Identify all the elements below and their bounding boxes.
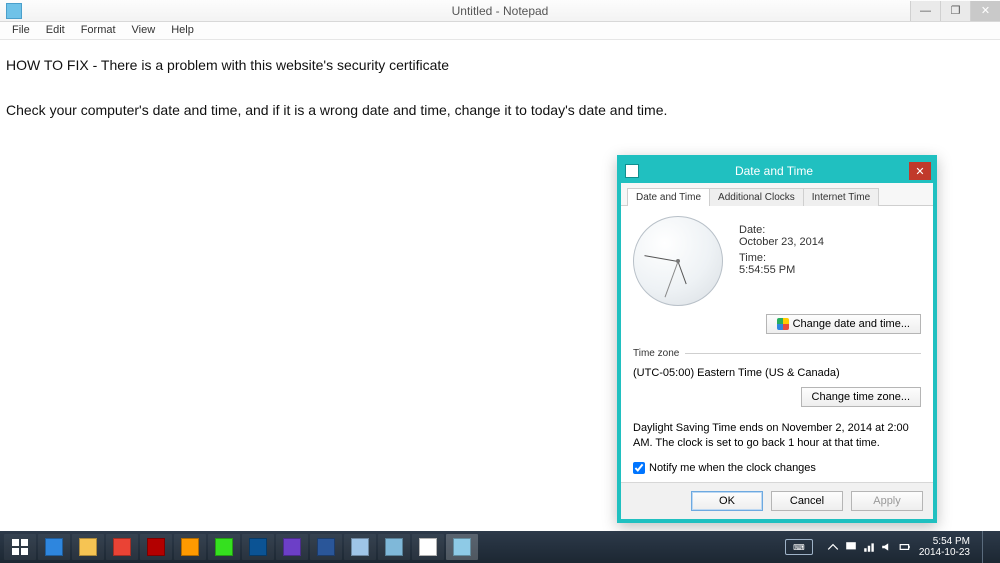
- taskbar-app-word[interactable]: [310, 534, 342, 560]
- dialog-title: Date and Time: [639, 164, 909, 178]
- tab-date-and-time[interactable]: Date and Time: [627, 188, 710, 206]
- change-date-time-button[interactable]: Change date and time...: [766, 314, 921, 334]
- notify-checkbox-row[interactable]: Notify me when the clock changes: [633, 462, 921, 474]
- taskbar-app-filezilla[interactable]: [140, 534, 172, 560]
- menu-edit[interactable]: Edit: [38, 22, 73, 39]
- app-unknown-2-icon: [419, 538, 437, 556]
- explorer-icon: [79, 538, 97, 556]
- time-label: Time:: [739, 252, 824, 264]
- photoshop-icon: [249, 538, 267, 556]
- network-icon[interactable]: [863, 541, 875, 553]
- document-line-2: Check your computer's date and time, and…: [6, 99, 994, 121]
- chrome-icon: [113, 538, 131, 556]
- date-label: Date:: [739, 224, 824, 236]
- notify-label: Notify me when the clock changes: [649, 462, 816, 474]
- apply-button[interactable]: Apply: [851, 491, 923, 511]
- taskbar-app-chrome[interactable]: [106, 534, 138, 560]
- dst-text: Daylight Saving Time ends on November 2,…: [633, 421, 921, 452]
- taskbar-app-start[interactable]: [4, 534, 36, 560]
- date-value: October 23, 2014: [739, 236, 824, 248]
- document-area[interactable]: HOW TO FIX - There is a problem with thi…: [0, 40, 1000, 127]
- tab-pane-date-and-time: Date: October 23, 2014 Time: 5:54:55 PM …: [621, 206, 933, 482]
- taskbar: ⌨ 5:54 PM 2014-10-23: [0, 531, 1000, 563]
- taskbar-app-app-unknown-1[interactable]: [276, 534, 308, 560]
- app-unknown-1-icon: [283, 538, 301, 556]
- window-title: Untitled - Notepad: [0, 4, 1000, 18]
- notify-checkbox[interactable]: [633, 462, 645, 474]
- volume-icon[interactable]: [881, 541, 893, 553]
- word-icon: [317, 538, 335, 556]
- dialog-footer: OK Cancel Apply: [621, 482, 933, 519]
- date-time-dialog: Date and Time ✕ Date and Time Additional…: [617, 155, 937, 523]
- time-value: 5:54:55 PM: [739, 264, 824, 276]
- dreamweaver-icon: [215, 538, 233, 556]
- menu-file[interactable]: File: [4, 22, 38, 39]
- tab-additional-clocks[interactable]: Additional Clocks: [709, 188, 804, 206]
- touch-keyboard-icon[interactable]: ⌨: [785, 539, 813, 555]
- tray-up-icon[interactable]: [827, 541, 839, 553]
- document-line-1: HOW TO FIX - There is a problem with thi…: [6, 54, 994, 76]
- taskbar-date: 2014-10-23: [919, 547, 970, 558]
- ok-button[interactable]: OK: [691, 491, 763, 511]
- taskbar-app-sticky-notes[interactable]: [378, 534, 410, 560]
- system-tray: [827, 541, 911, 553]
- change-time-zone-button[interactable]: Change time zone...: [801, 387, 921, 407]
- date-time-icon: [625, 164, 639, 178]
- menu-view[interactable]: View: [124, 22, 164, 39]
- taskbar-app-app-unknown-2[interactable]: [412, 534, 444, 560]
- taskbar-app-illustrator[interactable]: [174, 534, 206, 560]
- power-icon[interactable]: [899, 541, 911, 553]
- taskbar-app-photoshop[interactable]: [242, 534, 274, 560]
- window-titlebar: Untitled - Notepad — ❐ ✕: [0, 0, 1000, 22]
- taskbar-app-ie[interactable]: [38, 534, 70, 560]
- notepad-doc-icon: [351, 538, 369, 556]
- tab-internet-time[interactable]: Internet Time: [803, 188, 879, 206]
- change-date-time-label: Change date and time...: [793, 318, 910, 330]
- flag-icon[interactable]: [845, 541, 857, 553]
- taskbar-clock[interactable]: 5:54 PM 2014-10-23: [919, 536, 970, 558]
- dialog-tabs: Date and Time Additional Clocks Internet…: [621, 183, 933, 206]
- menu-help[interactable]: Help: [163, 22, 202, 39]
- date-time-cpl-icon: [453, 538, 471, 556]
- taskbar-app-date-time-cpl[interactable]: [446, 534, 478, 560]
- cancel-button[interactable]: Cancel: [771, 491, 843, 511]
- sticky-notes-icon: [385, 538, 403, 556]
- taskbar-app-notepad-doc[interactable]: [344, 534, 376, 560]
- illustrator-icon: [181, 538, 199, 556]
- taskbar-app-dreamweaver[interactable]: [208, 534, 240, 560]
- taskbar-time: 5:54 PM: [919, 536, 970, 547]
- uac-shield-icon: [777, 318, 789, 330]
- timezone-header: Time zone: [633, 348, 679, 359]
- show-desktop-button[interactable]: [982, 531, 990, 563]
- taskbar-app-explorer[interactable]: [72, 534, 104, 560]
- timezone-value: (UTC-05:00) Eastern Time (US & Canada): [633, 367, 921, 379]
- dialog-titlebar[interactable]: Date and Time ✕: [621, 159, 933, 183]
- ie-icon: [45, 538, 63, 556]
- analog-clock-icon: [633, 216, 723, 306]
- start-icon: [11, 538, 29, 556]
- dialog-close-button[interactable]: ✕: [909, 162, 931, 180]
- filezilla-icon: [147, 538, 165, 556]
- menu-format[interactable]: Format: [73, 22, 124, 39]
- divider: [685, 353, 921, 354]
- menubar: File Edit Format View Help: [0, 22, 1000, 40]
